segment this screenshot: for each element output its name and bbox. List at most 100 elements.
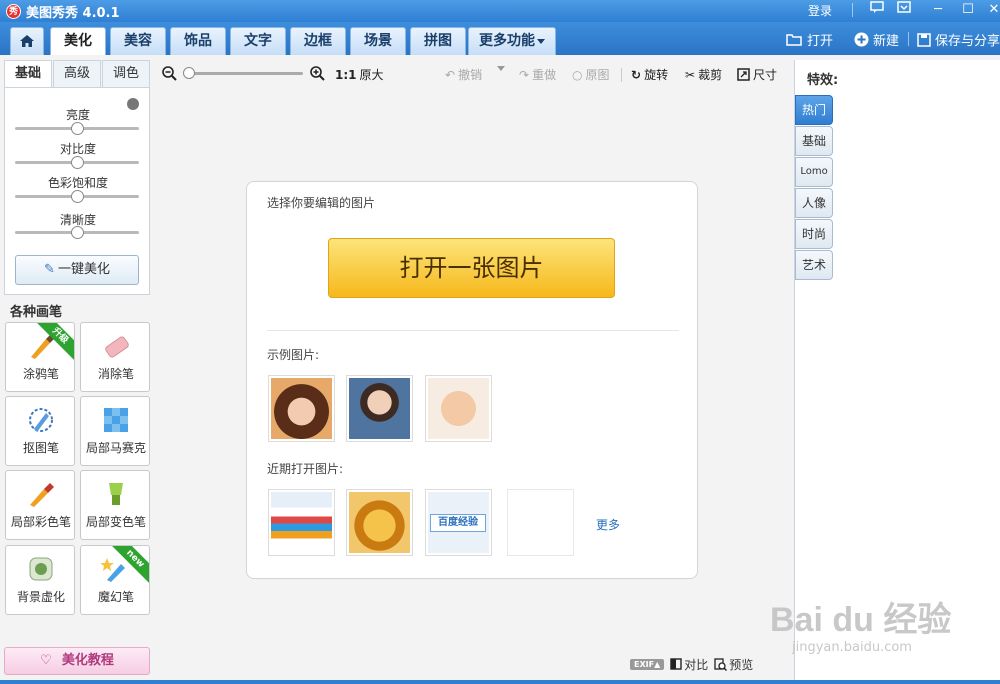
undo-history-dropdown[interactable] bbox=[495, 66, 505, 71]
new-label: 新建 bbox=[873, 34, 900, 49]
adjust-subtabs: 基础 高级 调色 bbox=[4, 60, 150, 88]
resize-button[interactable]: 尺寸 bbox=[737, 66, 777, 83]
recent-image-1[interactable] bbox=[268, 489, 335, 556]
brush-doodle[interactable]: 升级 涂鸦笔 bbox=[5, 322, 75, 392]
brush-eraser[interactable]: 消除笔 bbox=[80, 322, 150, 392]
save-share-button[interactable]: 保存与分享 bbox=[917, 30, 1000, 49]
bottom-edge bbox=[0, 680, 1000, 684]
bottom-controls: EXIF▲ 对比 预览 bbox=[630, 655, 753, 673]
tutorial-label: 美化教程 bbox=[61, 653, 114, 668]
recent-image-2[interactable] bbox=[346, 489, 413, 556]
cutout-pen-icon bbox=[29, 408, 53, 432]
tab-frame[interactable]: 边框 bbox=[290, 27, 346, 55]
fx-tab-art[interactable]: 艺术 bbox=[795, 250, 833, 280]
tab-more-features[interactable]: 更多功能 bbox=[468, 27, 556, 55]
tab-scene[interactable]: 场景 bbox=[350, 27, 406, 55]
subtab-color[interactable]: 调色 bbox=[102, 60, 150, 88]
titlebar-divider bbox=[852, 3, 853, 17]
close-button[interactable]: ✕ bbox=[982, 1, 1000, 19]
undo-icon: ↶ bbox=[445, 67, 456, 82]
fx-tab-fashion[interactable]: 时尚 bbox=[795, 219, 833, 249]
brush-mosaic[interactable]: 局部马赛克 bbox=[80, 396, 150, 466]
open-image-button[interactable]: 打开一张图片 bbox=[328, 238, 615, 298]
preview-icon bbox=[714, 657, 728, 671]
contrast-label: 对比度 bbox=[59, 142, 96, 156]
crop-label: 裁剪 bbox=[698, 68, 723, 82]
login-link[interactable]: 登录 bbox=[808, 2, 832, 19]
brush-cutout[interactable]: 抠图笔 bbox=[5, 396, 75, 466]
actual-size-button[interactable]: 1:1 原大 bbox=[335, 66, 384, 83]
brush-label: 消除笔 bbox=[97, 367, 134, 381]
subtab-advanced[interactable]: 高级 bbox=[53, 60, 101, 88]
tab-collage[interactable]: 拼图 bbox=[410, 27, 466, 55]
sample-image-3[interactable] bbox=[425, 375, 492, 442]
zoom-in-icon[interactable] bbox=[310, 66, 325, 81]
zoom-out-icon[interactable] bbox=[162, 66, 177, 81]
new-button[interactable]: 新建 bbox=[854, 30, 899, 49]
title-bar: 秀 美图秀秀 4.0.1 登录 ─ ☐ ✕ bbox=[0, 0, 1000, 22]
zoom-slider[interactable] bbox=[185, 72, 303, 75]
sample-image-1[interactable] bbox=[268, 375, 335, 442]
crop-button[interactable]: ✂ 裁剪 bbox=[685, 66, 722, 83]
redo-icon: ↷ bbox=[519, 67, 530, 82]
watermark-main: Bai du 经验 bbox=[770, 601, 952, 639]
toolbar-divider bbox=[621, 68, 622, 82]
open-button[interactable]: 打开 bbox=[786, 30, 833, 49]
brush-color-change[interactable]: 局部变色笔 bbox=[80, 470, 150, 540]
tab-beauty[interactable]: 美容 bbox=[110, 27, 166, 55]
exif-button[interactable]: EXIF▲ bbox=[630, 658, 665, 670]
undo-label: 撤销 bbox=[458, 68, 483, 82]
rotate-button[interactable]: ↻ 旋转 bbox=[631, 66, 668, 83]
recent-image-empty[interactable] bbox=[507, 489, 574, 556]
original-button[interactable]: ○ 原图 bbox=[572, 66, 610, 83]
sample-image-2[interactable] bbox=[346, 375, 413, 442]
baidu-watermark: Bai du 经验 jingyan.baidu.com bbox=[770, 580, 995, 680]
open-label: 打开 bbox=[807, 34, 834, 49]
saturation-slider-thumb[interactable] bbox=[71, 190, 84, 203]
redo-button[interactable]: ↷ 重做 bbox=[519, 66, 556, 83]
feedback-icon[interactable] bbox=[865, 1, 889, 19]
subtab-basic[interactable]: 基础 bbox=[4, 60, 52, 88]
sharpness-slider-thumb[interactable] bbox=[71, 226, 84, 239]
app-logo-icon: 秀 bbox=[6, 3, 21, 19]
brush-partial-color[interactable]: 局部彩色笔 bbox=[5, 470, 75, 540]
tab-text[interactable]: 文字 bbox=[230, 27, 286, 55]
brush-magic[interactable]: new 魔幻笔 bbox=[80, 545, 150, 615]
save-share-label: 保存与分享 bbox=[935, 34, 1000, 49]
fx-tab-hot[interactable]: 热门 bbox=[795, 95, 833, 125]
menu-icon[interactable] bbox=[892, 1, 916, 19]
open-image-panel: 选择你要编辑的图片 打开一张图片 示例图片: 近期打开图片: 百度经验 更多 bbox=[246, 181, 698, 579]
brightness-slider-thumb[interactable] bbox=[71, 122, 84, 135]
compare-button[interactable]: 对比 bbox=[670, 656, 708, 673]
tab-home[interactable] bbox=[10, 27, 44, 55]
fx-tab-lomo[interactable]: Lomo bbox=[795, 157, 833, 187]
maximize-button[interactable]: ☐ bbox=[956, 1, 980, 19]
original-icon: ○ bbox=[572, 67, 583, 82]
mosaic-icon bbox=[104, 408, 128, 432]
canvas-toolbar: 1:1 原大 ↶ 撤销 ↷ 重做 ○ 原图 ↻ 旋转 ✂ 裁剪 尺寸 bbox=[155, 60, 790, 90]
left-panel: 基础 高级 调色 亮度 对比度 色彩饱和度 清晰度 ✎ 一键美化 各种画笔 升级 … bbox=[0, 55, 155, 680]
tab-beautify[interactable]: 美化 bbox=[50, 27, 106, 56]
preview-button[interactable]: 预览 bbox=[714, 656, 753, 673]
brush-label: 局部马赛克 bbox=[85, 441, 146, 455]
saturation-label: 色彩饱和度 bbox=[47, 176, 108, 190]
one-key-beautify-button[interactable]: ✎ 一键美化 bbox=[15, 255, 139, 285]
app-title: 美图秀秀 4.0.1 bbox=[26, 5, 120, 21]
zoom-slider-thumb[interactable] bbox=[183, 67, 195, 79]
fx-tab-basic[interactable]: 基础 bbox=[795, 126, 833, 156]
adjust-panel: 亮度 对比度 色彩饱和度 清晰度 ✎ 一键美化 bbox=[4, 87, 150, 295]
fx-tab-portrait[interactable]: 人像 bbox=[795, 188, 833, 218]
compare-label: 对比 bbox=[684, 657, 709, 672]
more-recent-link[interactable]: 更多 bbox=[596, 516, 620, 533]
minimize-button[interactable]: ─ bbox=[926, 1, 950, 19]
resize-icon bbox=[737, 68, 750, 81]
beautify-tutorial-button[interactable]: ♡ 美化教程 bbox=[4, 647, 150, 675]
brush-label: 背景虚化 bbox=[16, 590, 65, 604]
contrast-slider-thumb[interactable] bbox=[71, 156, 84, 169]
folder-icon bbox=[786, 34, 802, 46]
brush-blur-background[interactable]: 背景虚化 bbox=[5, 545, 75, 615]
tab-accessories[interactable]: 饰品 bbox=[170, 27, 226, 55]
save-icon bbox=[917, 32, 931, 47]
undo-button[interactable]: ↶ 撤销 bbox=[445, 66, 482, 83]
recent-image-3[interactable]: 百度经验 bbox=[425, 489, 492, 556]
